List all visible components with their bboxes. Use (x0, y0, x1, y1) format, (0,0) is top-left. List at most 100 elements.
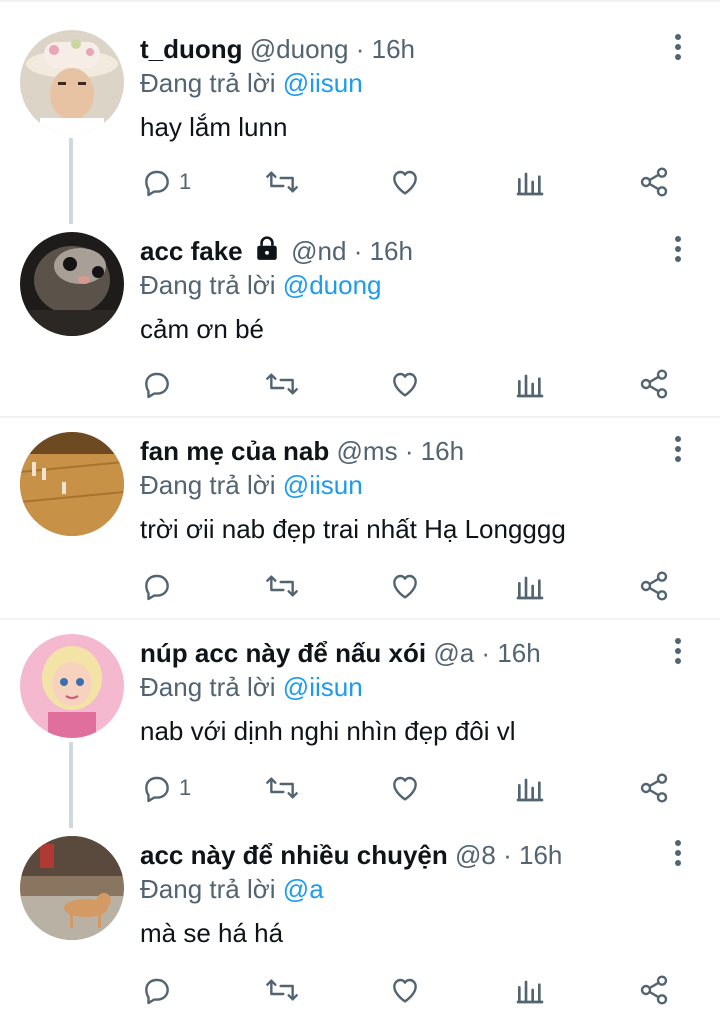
like-button[interactable] (389, 764, 421, 812)
tweet[interactable]: acc fake @nd · 16h Đang trả lời @duong c… (0, 202, 720, 416)
separator: · (503, 840, 512, 870)
retweet-icon (266, 979, 298, 1001)
display-name[interactable]: fan mẹ của nab (140, 436, 329, 466)
share-button[interactable] (638, 764, 670, 812)
retweet-button[interactable] (264, 966, 300, 1014)
display-name[interactable]: acc này để nhiều chuyện (140, 840, 448, 870)
reply-mention[interactable]: @iisun (283, 470, 363, 500)
reply-button[interactable] (141, 966, 179, 1014)
separator: · (353, 236, 363, 266)
display-name[interactable]: núp acc này để nấu xói (140, 638, 426, 668)
analytics-button[interactable] (516, 764, 544, 812)
analytics-icon (516, 778, 544, 802)
more-options-icon[interactable] (666, 634, 690, 668)
analytics-button[interactable] (516, 562, 544, 610)
reply-count: 1 (179, 775, 192, 800)
handle[interactable]: @8 (455, 840, 496, 870)
like-icon (393, 170, 417, 195)
retweet-icon (266, 171, 298, 193)
analytics-icon (516, 172, 544, 196)
analytics-button[interactable] (516, 158, 544, 206)
retweet-icon (266, 777, 298, 799)
timestamp[interactable]: 16h (497, 638, 540, 668)
replying-to-label: Đang trả lời (140, 270, 276, 300)
action-bar: 1 (0, 764, 720, 812)
share-icon (640, 571, 668, 601)
reply-mention[interactable]: @iisun (283, 68, 363, 98)
avatar[interactable] (20, 836, 124, 940)
reply-button[interactable]: 1 (141, 764, 191, 812)
separator: · (404, 436, 414, 466)
timestamp[interactable]: 16h (421, 436, 464, 466)
analytics-icon (516, 576, 544, 600)
share-button[interactable] (638, 562, 670, 610)
share-button[interactable] (638, 966, 670, 1014)
tweet-text: hay lắm lunn (140, 112, 288, 142)
handle[interactable]: @nd (291, 236, 346, 266)
replying-to-label: Đang trả lời (140, 672, 276, 702)
like-button[interactable] (389, 562, 421, 610)
analytics-button[interactable] (516, 360, 544, 408)
retweet-button[interactable] (264, 158, 300, 206)
retweet-button[interactable] (264, 360, 300, 408)
share-button[interactable] (638, 158, 670, 206)
analytics-icon (516, 980, 544, 1004)
lock-icon (257, 236, 277, 260)
avatar[interactable] (20, 232, 124, 336)
analytics-icon (516, 374, 544, 398)
replying-to: Đang trả lời @iisun (140, 670, 363, 704)
display-name[interactable]: t_duong (140, 34, 243, 64)
separator: · (355, 34, 365, 64)
more-options-icon[interactable] (666, 836, 690, 870)
more-options-icon[interactable] (666, 30, 690, 64)
like-button[interactable] (389, 966, 421, 1014)
like-icon (393, 574, 417, 599)
retweet-icon (266, 575, 298, 597)
like-icon (393, 776, 417, 801)
share-button[interactable] (638, 360, 670, 408)
more-options-icon[interactable] (666, 432, 690, 466)
retweet-button[interactable] (264, 764, 300, 812)
avatar[interactable] (20, 432, 124, 536)
more-options-icon[interactable] (666, 232, 690, 266)
retweet-button[interactable] (264, 562, 300, 610)
reply-icon (145, 170, 169, 197)
tweet[interactable]: t_duong @duong · 16h Đang trả lời @iisun… (0, 0, 720, 224)
tweet-header: fan mẹ của nab @ms · 16h (140, 434, 464, 468)
avatar[interactable] (20, 30, 124, 134)
reply-button[interactable] (141, 562, 179, 610)
reply-mention[interactable]: @iisun (283, 672, 363, 702)
share-icon (640, 975, 668, 1005)
handle[interactable]: @a (433, 638, 474, 668)
action-bar: 1 (0, 158, 720, 206)
tweet[interactable]: núp acc này để nấu xói @a · 16h Đang trả… (0, 604, 720, 828)
reply-mention[interactable]: @duong (283, 270, 382, 300)
tweet-text: nab với dịnh nghi nhìn đẹp đôi vl (140, 716, 516, 746)
replying-to-label: Đang trả lời (140, 470, 276, 500)
analytics-button[interactable] (516, 966, 544, 1014)
reply-icon (145, 574, 169, 601)
tweet[interactable]: acc này để nhiều chuyện @8 · 16h Đang tr… (0, 806, 720, 1019)
reply-mention[interactable]: @a (283, 874, 324, 904)
like-button[interactable] (389, 360, 421, 408)
replying-to: Đang trả lời @iisun (140, 66, 363, 100)
reply-button[interactable] (141, 360, 179, 408)
avatar[interactable] (20, 634, 124, 738)
share-icon (640, 369, 668, 399)
handle[interactable]: @ms (337, 436, 398, 466)
reply-count: 1 (179, 169, 192, 194)
action-bar (0, 360, 720, 408)
replying-to: Đang trả lời @a (140, 872, 324, 906)
replying-to-label: Đang trả lời (140, 68, 276, 98)
timestamp[interactable]: 16h (370, 236, 413, 266)
tweet[interactable]: fan mẹ của nab @ms · 16h Đang trả lời @i… (0, 402, 720, 618)
timestamp[interactable]: 16h (372, 34, 415, 64)
like-button[interactable] (389, 158, 421, 206)
share-icon (640, 773, 668, 803)
handle[interactable]: @duong (250, 34, 349, 64)
timestamp[interactable]: 16h (519, 840, 562, 870)
display-name[interactable]: acc fake (140, 236, 243, 266)
like-icon (393, 978, 417, 1003)
reply-button[interactable]: 1 (141, 158, 191, 206)
tweet-text: cảm ơn bé (140, 314, 264, 344)
